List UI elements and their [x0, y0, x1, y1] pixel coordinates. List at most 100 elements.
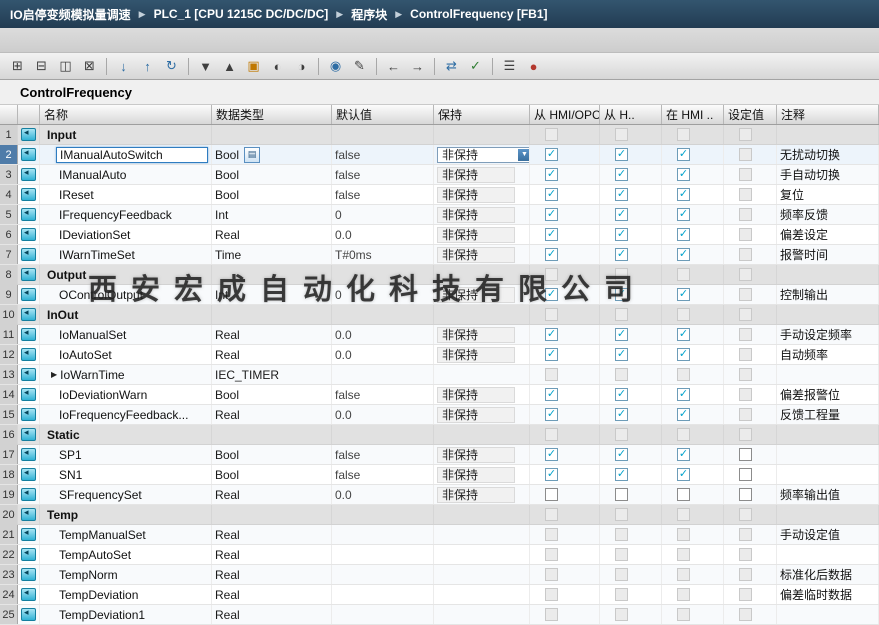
- retain-cell[interactable]: [434, 505, 530, 524]
- name-cell[interactable]: IoFrequencyFeedback...: [40, 405, 212, 424]
- header-from-hmi-opc[interactable]: 从 HMI/OPC..: [530, 105, 600, 124]
- settings-icon[interactable]: ☰: [498, 55, 521, 77]
- comment-cell[interactable]: 报警时间: [777, 245, 879, 264]
- name-cell[interactable]: IReset: [40, 185, 212, 204]
- keep-actual-values-icon[interactable]: ▣: [242, 55, 265, 77]
- name-cell[interactable]: IDeviationSet: [40, 225, 212, 244]
- default-value-cell[interactable]: [332, 305, 434, 324]
- hmi-from-checkbox[interactable]: ✓: [615, 348, 628, 361]
- name-cell[interactable]: IFrequencyFeedback: [40, 205, 212, 224]
- hmi-visible-checkbox[interactable]: ✓: [677, 248, 690, 261]
- comment-cell[interactable]: 频率输出值: [777, 485, 879, 504]
- hmi-from-checkbox[interactable]: ✓: [615, 288, 628, 301]
- data-type-cell[interactable]: Real: [212, 485, 332, 504]
- name-cell[interactable]: IoManualSet: [40, 325, 212, 344]
- add-row-icon[interactable]: ⊟: [30, 55, 53, 77]
- data-type-cell[interactable]: Real: [212, 545, 332, 564]
- row-number[interactable]: 12: [0, 345, 18, 364]
- row-number[interactable]: 25: [0, 605, 18, 624]
- hmi-opc-checkbox[interactable]: ✓: [545, 388, 558, 401]
- expand-arrow-icon[interactable]: ▶: [51, 370, 57, 379]
- hmi-visible-checkbox[interactable]: [677, 488, 690, 501]
- hmi-opc-checkbox[interactable]: ✓: [545, 408, 558, 421]
- name-cell[interactable]: Output: [40, 265, 212, 284]
- default-value-cell[interactable]: 0.0: [332, 485, 434, 504]
- insert-row-icon[interactable]: ⊞: [6, 55, 29, 77]
- retain-cell[interactable]: 非保持: [434, 325, 530, 344]
- data-type-cell[interactable]: Real: [212, 325, 332, 344]
- default-value-cell[interactable]: [332, 525, 434, 544]
- default-value-cell[interactable]: false: [332, 185, 434, 204]
- hmi-from-checkbox[interactable]: ✓: [615, 228, 628, 241]
- row-number[interactable]: 21: [0, 525, 18, 544]
- retain-cell[interactable]: 非保持: [434, 285, 530, 304]
- retain-cell[interactable]: 非保持: [434, 485, 530, 504]
- default-value-cell[interactable]: false: [332, 385, 434, 404]
- retain-cell[interactable]: 非保持: [434, 245, 530, 264]
- retain-select[interactable]: 非保持: [437, 386, 515, 403]
- name-cell[interactable]: IoDeviationWarn: [40, 385, 212, 404]
- retain-cell[interactable]: 非保持: [434, 225, 530, 244]
- row-number[interactable]: 7: [0, 245, 18, 264]
- hmi-visible-checkbox[interactable]: ✓: [677, 348, 690, 361]
- delete-row-icon[interactable]: ⊠: [78, 55, 101, 77]
- retain-cell[interactable]: [434, 305, 530, 324]
- comment-cell[interactable]: [777, 605, 879, 624]
- comment-cell[interactable]: 自动频率: [777, 345, 879, 364]
- retain-cell[interactable]: 非保持: [434, 385, 530, 404]
- retain-select[interactable]: 非保持 ▼: [437, 146, 529, 163]
- data-type-cell[interactable]: [212, 425, 332, 444]
- hmi-visible-checkbox[interactable]: ✓: [677, 188, 690, 201]
- data-type-cell[interactable]: Real: [212, 565, 332, 584]
- hmi-opc-checkbox[interactable]: ✓: [545, 148, 558, 161]
- hmi-visible-checkbox[interactable]: ✓: [677, 288, 690, 301]
- hmi-visible-checkbox[interactable]: ✓: [677, 208, 690, 221]
- copy-row-icon[interactable]: ◫: [54, 55, 77, 77]
- data-type-cell[interactable]: Real: [212, 605, 332, 624]
- hmi-opc-checkbox[interactable]: [545, 488, 558, 501]
- name-cell[interactable]: SFrequencySet: [40, 485, 212, 504]
- setpoint-checkbox[interactable]: [739, 448, 752, 461]
- header-data-type[interactable]: 数据类型: [212, 105, 332, 124]
- row-number[interactable]: 13: [0, 365, 18, 384]
- modify-icon[interactable]: ✎: [348, 55, 371, 77]
- name-cell[interactable]: InOut: [40, 305, 212, 324]
- hmi-opc-checkbox[interactable]: ✓: [545, 228, 558, 241]
- data-type-cell[interactable]: Real: [212, 405, 332, 424]
- default-value-cell[interactable]: 0.0: [332, 325, 434, 344]
- data-type-cell[interactable]: Real: [212, 345, 332, 364]
- data-type-cell[interactable]: Real: [212, 525, 332, 544]
- retain-cell[interactable]: [434, 265, 530, 284]
- comment-cell[interactable]: 手动设定值: [777, 525, 879, 544]
- hmi-opc-checkbox[interactable]: ✓: [545, 448, 558, 461]
- hmi-from-checkbox[interactable]: ✓: [615, 328, 628, 341]
- row-number[interactable]: 19: [0, 485, 18, 504]
- comment-cell[interactable]: 偏差报警位: [777, 385, 879, 404]
- retain-select[interactable]: 非保持: [437, 226, 515, 243]
- next-icon[interactable]: →: [406, 55, 429, 77]
- name-cell[interactable]: Temp: [40, 505, 212, 524]
- comment-cell[interactable]: [777, 545, 879, 564]
- dropdown-arrow-icon[interactable]: ▼: [518, 148, 529, 161]
- name-cell[interactable]: IManualAutoSwitch: [40, 145, 212, 164]
- type-browse-button[interactable]: ▤: [244, 146, 261, 163]
- default-value-cell[interactable]: false: [332, 465, 434, 484]
- name-cell[interactable]: TempAutoSet: [40, 545, 212, 564]
- data-type-cell[interactable]: Bool: [212, 385, 332, 404]
- default-value-cell[interactable]: false: [332, 445, 434, 464]
- hmi-visible-checkbox[interactable]: ✓: [677, 408, 690, 421]
- retain-cell[interactable]: [434, 605, 530, 624]
- hmi-from-checkbox[interactable]: [615, 488, 628, 501]
- comment-cell[interactable]: [777, 425, 879, 444]
- retain-cell[interactable]: [434, 565, 530, 584]
- row-number[interactable]: 9: [0, 285, 18, 304]
- collapse-all-icon[interactable]: ▲: [218, 55, 241, 77]
- retain-select[interactable]: 非保持: [437, 246, 515, 263]
- comment-cell[interactable]: [777, 365, 879, 384]
- hmi-opc-checkbox[interactable]: ✓: [545, 288, 558, 301]
- hmi-visible-checkbox[interactable]: ✓: [677, 388, 690, 401]
- row-number[interactable]: 2: [0, 145, 18, 164]
- retain-cell[interactable]: 非保持: [434, 465, 530, 484]
- row-number[interactable]: 4: [0, 185, 18, 204]
- hmi-opc-checkbox[interactable]: ✓: [545, 208, 558, 221]
